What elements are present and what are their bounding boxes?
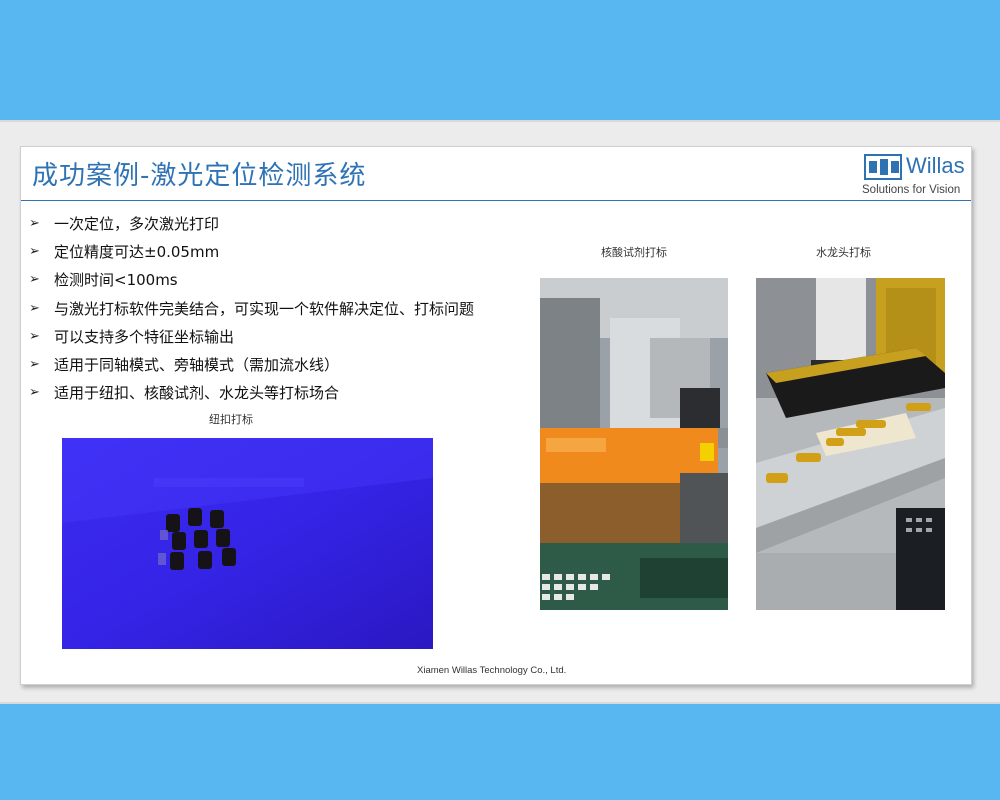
list-item: ➢ 适用于同轴模式、旁轴模式（需加流水线） xyxy=(29,350,474,378)
bullet-text: 一次定位，多次激光打印 xyxy=(54,214,220,233)
arrow-bullet-icon: ➢ xyxy=(29,385,40,401)
list-item: ➢ 适用于纽扣、核酸试剂、水龙头等打标场合 xyxy=(29,379,474,407)
bullet-text: 检测时间<100ms xyxy=(54,271,178,290)
bullet-text: 与激光打标软件完美结合，可实现一个软件解决定位、打标问题 xyxy=(54,299,475,318)
list-item: ➢ 可以支持多个特征坐标输出 xyxy=(29,322,474,350)
reagent-marking-photo xyxy=(540,278,728,610)
arrow-bullet-icon: ➢ xyxy=(29,272,40,288)
company-logo: Willas Solutions for Vision xyxy=(862,151,971,199)
bullet-text: 适用于同轴模式、旁轴模式（需加流水线） xyxy=(54,356,340,375)
logo-tagline: Solutions for Vision xyxy=(862,184,961,196)
bullet-text: 定位精度可达±0.05mm xyxy=(54,242,220,261)
faucet-photo-caption: 水龙头打标 xyxy=(816,246,871,259)
arrow-bullet-icon: ➢ xyxy=(29,300,40,316)
feature-list: ➢ 一次定位，多次激光打印 ➢ 定位精度可达±0.05mm ➢ 检测时间<100ms … xyxy=(29,209,474,407)
title-divider xyxy=(21,200,971,201)
bullet-text: 可以支持多个特征坐标输出 xyxy=(54,327,235,346)
willas-logo-icon xyxy=(864,154,902,180)
list-item: ➢ 定位精度可达±0.05mm xyxy=(29,237,474,265)
list-item: ➢ 与激光打标软件完美结合，可实现一个软件解决定位、打标问题 xyxy=(29,294,474,322)
reagent-photo-caption: 核酸试剂打标 xyxy=(601,246,667,259)
slide: 成功案例-激光定位检测系统 Willas Solutions for Visio… xyxy=(20,146,972,685)
logo-name: Willas xyxy=(906,153,965,178)
button-photo-caption: 纽扣打标 xyxy=(209,413,253,426)
slide-footer: Xiamen Willas Technology Co., Ltd. xyxy=(417,665,567,676)
list-item: ➢ 检测时间<100ms xyxy=(29,266,474,294)
arrow-bullet-icon: ➢ xyxy=(29,357,40,373)
faucet-marking-photo xyxy=(756,278,945,610)
arrow-bullet-icon: ➢ xyxy=(29,328,40,344)
arrow-bullet-icon: ➢ xyxy=(29,215,40,231)
bullet-text: 适用于纽扣、核酸试剂、水龙头等打标场合 xyxy=(54,384,340,403)
button-marking-photo xyxy=(62,438,433,649)
list-item: ➢ 一次定位，多次激光打印 xyxy=(29,209,474,237)
arrow-bullet-icon: ➢ xyxy=(29,243,40,259)
slide-title: 成功案例-激光定位检测系统 xyxy=(32,161,367,191)
